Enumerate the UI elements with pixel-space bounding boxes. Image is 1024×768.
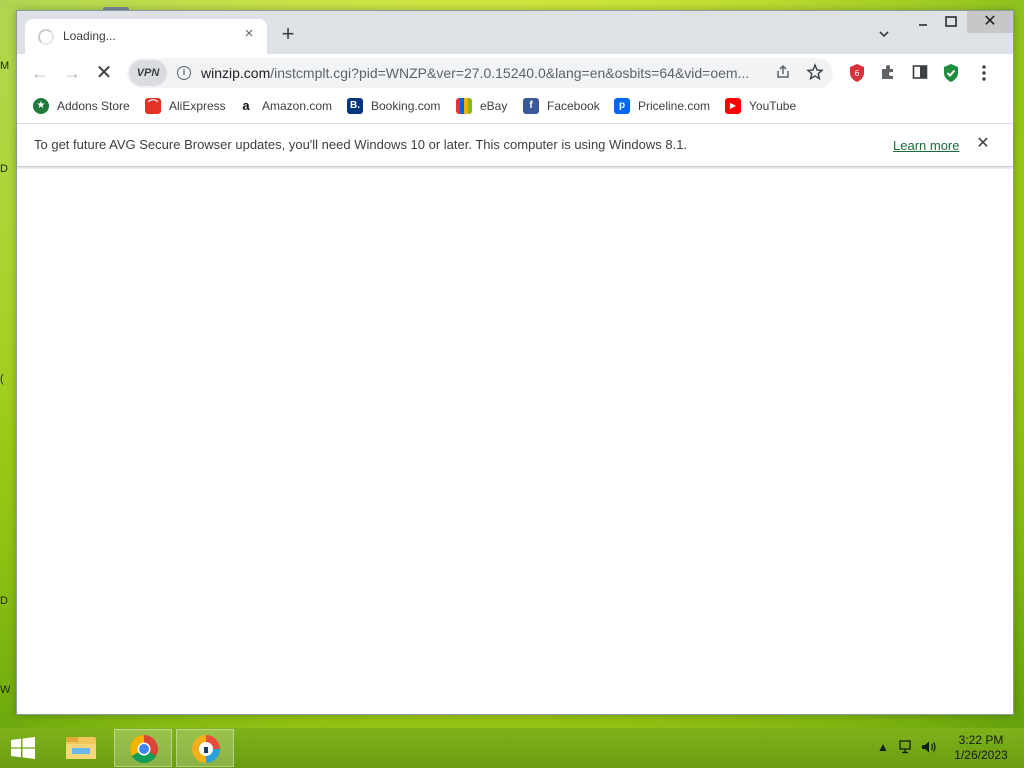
update-infobar: To get future AVG Secure Browser updates… [17,123,1013,167]
bookmark-label: Facebook [547,99,600,113]
tab-close-icon[interactable]: × [241,26,257,42]
back-button[interactable]: ← [29,62,51,84]
desktop-icon-label-edge[interactable]: D [0,163,14,175]
bookmarks-bar: ★ Addons Store ⌒ AliExpress a Amazon.com… [17,92,1013,120]
site-info-icon[interactable]: i [177,66,191,80]
priceline-icon: p [614,98,630,114]
side-panel-icon[interactable] [910,63,930,83]
close-icon: ✕ [983,13,997,30]
addons-store-icon: ★ [33,98,49,114]
taskbar-chrome[interactable] [114,729,172,767]
system-clock[interactable]: 3:22 PM 1/26/2023 [948,733,1014,763]
bookmark-label: Amazon.com [262,99,333,113]
extensions-puzzle-icon[interactable] [878,63,898,83]
security-check-icon[interactable] [941,63,961,83]
window-close-button[interactable]: ✕ [967,11,1013,33]
avg-shield-icon[interactable]: 6 [847,63,867,83]
browser-menu-icon[interactable] [974,63,994,83]
taskbar: ▲ 3:22 PM 1/26/2023 [0,728,1024,768]
taskbar-avg-secure-browser[interactable] [176,729,234,767]
bookmark-amazon[interactable]: a Amazon.com [238,96,332,116]
url-text[interactable]: winzip.com/instcmplt.cgi?pid=WNZP&ver=27… [201,65,766,81]
network-icon[interactable] [898,740,914,757]
learn-more-link[interactable]: Learn more [893,138,959,153]
bookmark-label: Addons Store [57,99,130,113]
bookmark-booking[interactable]: B. Booking.com [347,96,440,116]
clock-date: 1/26/2023 [954,748,1008,762]
bookmark-label: Priceline.com [638,99,711,113]
window-maximize-button[interactable] [937,11,965,33]
ebay-icon [456,98,472,114]
vpn-button[interactable]: VPN [129,60,167,86]
bookmark-label: YouTube [749,99,797,113]
aliexpress-icon: ⌒ [145,98,161,114]
bookmark-label: AliExpress [169,99,226,113]
bookmark-star-icon[interactable] [805,63,825,83]
share-icon[interactable] [773,63,793,83]
url-path: /instcmplt.cgi?pid=WNZP&ver=27.0.15240.0… [270,65,750,81]
stop-loading-button[interactable]: ✕ [93,62,115,84]
desktop-icon-label-edge[interactable]: ( [0,373,14,385]
bookmark-priceline[interactable]: p Priceline.com [614,96,710,116]
taskbar-file-explorer[interactable] [52,729,110,767]
bookmark-ebay[interactable]: eBay [456,96,507,116]
loading-spinner-icon [38,29,54,45]
clock-time: 3:22 PM [958,733,1004,747]
address-bar[interactable]: VPN i winzip.com/instcmplt.cgi?pid=WNZP&… [127,58,833,88]
bookmark-youtube[interactable]: ▶ YouTube [725,96,796,116]
infobar-close-icon[interactable]: ✕ [973,134,993,154]
bookmark-aliexpress[interactable]: ⌒ AliExpress [145,96,226,116]
bookmark-label: Booking.com [371,99,441,113]
new-tab-button[interactable]: + [277,23,299,46]
forward-button[interactable]: → [61,62,83,84]
bookmark-facebook[interactable]: f Facebook [523,96,600,116]
tab-strip: Loading... × + ✕ [17,11,1013,54]
infobar-message: To get future AVG Secure Browser updates… [34,137,688,152]
desktop-icon-label-edge[interactable]: W [0,684,14,696]
page-content[interactable] [17,169,1013,714]
booking-icon: B. [347,98,363,114]
svg-text:6: 6 [854,69,859,78]
desktop-icon-label-edge[interactable]: M [0,60,14,72]
facebook-icon: f [523,98,539,114]
desktop-icon-label-edge[interactable]: D [0,595,14,607]
bookmark-label: eBay [480,99,508,113]
windows-start-icon[interactable] [10,737,36,759]
youtube-icon: ▶ [725,98,741,114]
volume-icon[interactable] [921,740,939,757]
tab-title: Loading... [63,29,116,43]
browser-tab[interactable]: Loading... × [25,19,267,54]
amazon-icon: a [238,98,254,114]
window-minimize-button[interactable] [909,11,937,33]
url-host: winzip.com [201,65,271,81]
bookmark-addons-store[interactable]: ★ Addons Store [33,96,130,116]
show-hidden-icons-icon[interactable]: ▲ [877,740,889,754]
tab-search-chevron-icon[interactable] [877,27,891,41]
browser-toolbar: ← → ✕ VPN i winzip.com/instcmplt.cgi?pid… [17,54,1013,92]
browser-window: Loading... × + ✕ ← → ✕ VPN i winzip.com/… [16,10,1014,715]
